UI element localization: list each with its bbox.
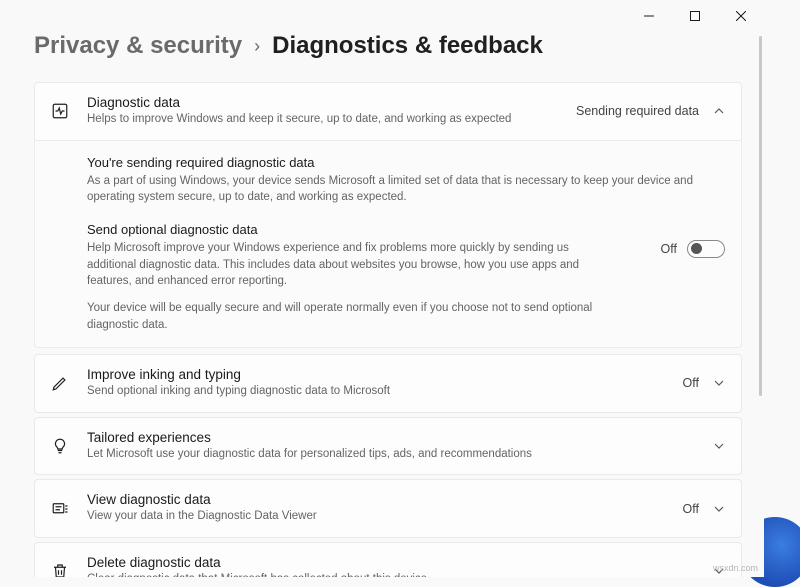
- status-text: Off: [683, 502, 699, 516]
- required-data-section: You're sending required diagnostic data …: [87, 155, 725, 206]
- card-delete-diagnostic-data[interactable]: Delete diagnostic data Clear diagnostic …: [34, 542, 742, 577]
- card-title: View diagnostic data: [87, 492, 667, 507]
- chevron-right-icon: ›: [254, 36, 260, 57]
- chevron-down-icon: [713, 503, 725, 515]
- card-title: Diagnostic data: [87, 95, 560, 110]
- minimize-icon: [644, 11, 654, 21]
- optional-data-section: Send optional diagnostic data Help Micro…: [87, 222, 725, 333]
- section-title: Send optional diagnostic data: [87, 222, 645, 237]
- section-body-2: Your device will be equally secure and w…: [87, 300, 607, 333]
- breadcrumb: Privacy & security › Diagnostics & feedb…: [34, 32, 742, 60]
- diagnostic-data-panel: You're sending required diagnostic data …: [34, 141, 742, 349]
- settings-window: Privacy & security › Diagnostics & feedb…: [0, 0, 764, 577]
- pen-icon: [49, 372, 71, 394]
- scrollbar[interactable]: [759, 36, 762, 396]
- lightbulb-icon: [49, 435, 71, 457]
- card-subtitle: Send optional inking and typing diagnost…: [87, 384, 667, 400]
- maximize-button[interactable]: [672, 0, 718, 32]
- section-body: Help Microsoft improve your Windows expe…: [87, 240, 607, 290]
- close-button[interactable]: [718, 0, 764, 32]
- watermark: wsxdn.com: [713, 563, 758, 573]
- maximize-icon: [690, 11, 700, 21]
- data-viewer-icon: [49, 498, 71, 520]
- card-inking-typing[interactable]: Improve inking and typing Send optional …: [34, 354, 742, 413]
- breadcrumb-parent[interactable]: Privacy & security: [34, 32, 242, 60]
- section-body: As a part of using Windows, your device …: [87, 173, 725, 206]
- optional-data-toggle[interactable]: Off: [661, 240, 725, 258]
- chevron-down-icon: [713, 377, 725, 389]
- card-title: Tailored experiences: [87, 430, 697, 445]
- card-diagnostic-data[interactable]: Diagnostic data Helps to improve Windows…: [34, 82, 742, 141]
- card-subtitle: Clear diagnostic data that Microsoft has…: [87, 572, 697, 577]
- status-text: Sending required data: [576, 104, 699, 118]
- card-subtitle: Helps to improve Windows and keep it sec…: [87, 112, 560, 128]
- card-title: Delete diagnostic data: [87, 555, 697, 570]
- heartbeat-icon: [49, 100, 71, 122]
- card-view-diagnostic-data[interactable]: View diagnostic data View your data in t…: [34, 479, 742, 538]
- toggle-label: Off: [661, 242, 677, 256]
- card-tailored-experiences[interactable]: Tailored experiences Let Microsoft use y…: [34, 417, 742, 476]
- close-icon: [736, 11, 746, 21]
- card-title: Improve inking and typing: [87, 367, 667, 382]
- page-title: Diagnostics & feedback: [272, 32, 543, 60]
- card-subtitle: Let Microsoft use your diagnostic data f…: [87, 447, 697, 463]
- window-titlebar: [626, 0, 764, 32]
- status-text: Off: [683, 376, 699, 390]
- chevron-down-icon: [713, 440, 725, 452]
- page-content: Privacy & security › Diagnostics & feedb…: [0, 0, 764, 577]
- toggle-switch[interactable]: [687, 240, 725, 258]
- chevron-up-icon: [713, 105, 725, 117]
- section-title: You're sending required diagnostic data: [87, 155, 725, 170]
- trash-icon: [49, 560, 71, 577]
- card-subtitle: View your data in the Diagnostic Data Vi…: [87, 509, 667, 525]
- minimize-button[interactable]: [626, 0, 672, 32]
